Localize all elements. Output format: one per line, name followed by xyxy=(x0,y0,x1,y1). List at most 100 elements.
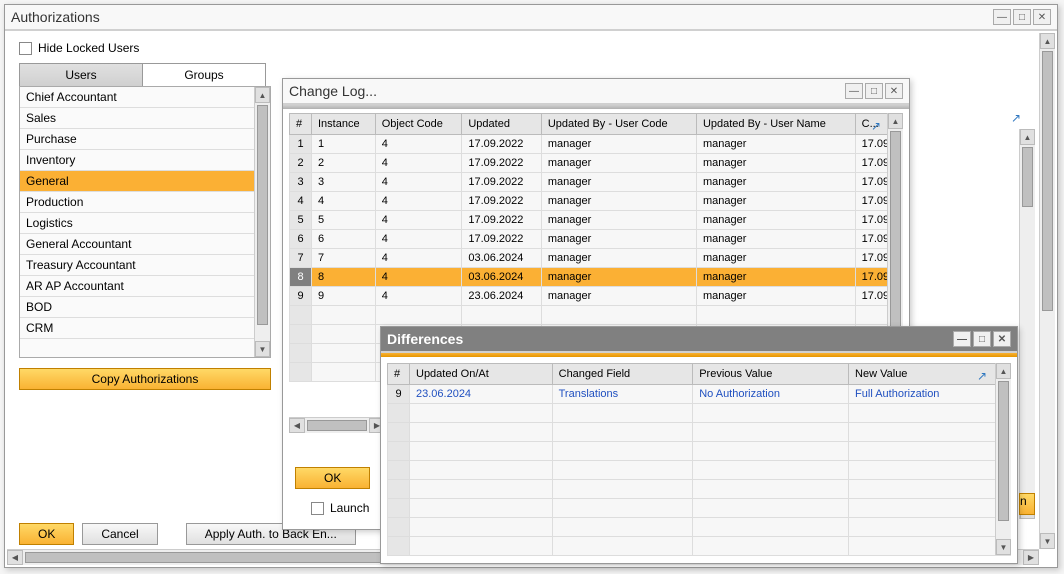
list-item[interactable]: Purchase xyxy=(20,129,270,150)
table-cell: 03.06.2024 xyxy=(462,268,541,287)
minimize-button[interactable]: — xyxy=(953,331,971,347)
column-header[interactable]: # xyxy=(290,114,312,135)
list-item[interactable]: Treasury Accountant xyxy=(20,255,270,276)
scroll-down-icon[interactable]: ▼ xyxy=(996,539,1011,555)
changelog-title: Change Log... xyxy=(289,83,377,99)
maximize-button[interactable]: □ xyxy=(973,331,991,347)
scroll-down-icon[interactable]: ▼ xyxy=(255,341,270,357)
scroll-up-icon[interactable]: ▲ xyxy=(1040,33,1055,49)
partial-button[interactable]: n xyxy=(1019,493,1035,515)
table-cell: 2 xyxy=(290,154,312,173)
column-header[interactable]: Changed Field xyxy=(552,364,693,385)
list-item[interactable]: Chief Accountant xyxy=(20,87,270,108)
maximize-button[interactable]: □ xyxy=(865,83,883,99)
scroll-up-icon[interactable]: ▲ xyxy=(1020,129,1035,145)
table-row[interactable]: 33417.09.2022managermanager17.09 xyxy=(290,173,903,192)
tab-groups[interactable]: Groups xyxy=(142,63,266,87)
list-item[interactable]: CRM xyxy=(20,318,270,339)
table-cell: manager xyxy=(541,230,696,249)
table-cell: 1 xyxy=(290,135,312,154)
right-panel-vscroll[interactable]: ▲ ▼ xyxy=(1019,129,1035,519)
close-button[interactable]: ✕ xyxy=(885,83,903,99)
list-item[interactable]: Production xyxy=(20,192,270,213)
table-cell: manager xyxy=(541,211,696,230)
ok-button[interactable]: OK xyxy=(19,523,74,545)
table-row xyxy=(388,537,1011,556)
column-header[interactable]: # xyxy=(388,364,410,385)
scroll-right-icon[interactable]: ▶ xyxy=(1023,550,1039,565)
list-item[interactable]: General Accountant xyxy=(20,234,270,255)
table-cell: 8 xyxy=(290,268,312,287)
column-header[interactable]: Previous Value xyxy=(693,364,849,385)
table-row[interactable]: 66417.09.2022managermanager17.09 xyxy=(290,230,903,249)
table-cell: 1 xyxy=(312,135,376,154)
table-cell: manager xyxy=(696,154,855,173)
table-cell: 4 xyxy=(290,192,312,211)
scroll-down-icon[interactable]: ▼ xyxy=(1040,533,1055,549)
scroll-up-icon[interactable]: ▲ xyxy=(888,113,903,129)
table-row[interactable]: 99423.06.2024managermanager17.09 xyxy=(290,287,903,306)
table-row[interactable]: 77403.06.2024managermanager17.09 xyxy=(290,249,903,268)
column-header[interactable]: Instance xyxy=(312,114,376,135)
table-cell: 4 xyxy=(375,287,462,306)
tab-users[interactable]: Users xyxy=(19,63,143,87)
column-header[interactable]: Updated On/At xyxy=(410,364,553,385)
launch-checkbox[interactable] xyxy=(311,502,324,515)
list-item[interactable]: Sales xyxy=(20,108,270,129)
scroll-up-icon[interactable]: ▲ xyxy=(255,87,270,103)
list-item[interactable]: Inventory xyxy=(20,150,270,171)
changelog-titlebar: Change Log... — □ ✕ xyxy=(283,79,909,105)
table-row xyxy=(388,423,1011,442)
table-cell: manager xyxy=(696,249,855,268)
column-header[interactable]: Object Code xyxy=(375,114,462,135)
cancel-button[interactable]: Cancel xyxy=(82,523,157,545)
list-vscroll[interactable]: ▲ ▼ xyxy=(254,87,270,357)
table-cell: 6 xyxy=(290,230,312,249)
list-item[interactable]: General xyxy=(20,171,270,192)
table-row[interactable]: 55417.09.2022managermanager17.09 xyxy=(290,211,903,230)
expand-icon[interactable]: ↗ xyxy=(977,369,991,383)
expand-icon[interactable]: ↗ xyxy=(1011,111,1025,125)
hide-locked-checkbox[interactable] xyxy=(19,42,32,55)
groups-list: Chief AccountantSalesPurchaseInventoryGe… xyxy=(19,86,271,358)
table-cell: 3 xyxy=(290,173,312,192)
close-button[interactable]: ✕ xyxy=(1033,9,1051,25)
window-title: Authorizations xyxy=(11,9,100,25)
table-cell: 17.09.2022 xyxy=(462,135,541,154)
table-cell: 4 xyxy=(375,173,462,192)
copy-authorizations-button[interactable]: Copy Authorizations xyxy=(19,368,271,390)
table-cell: manager xyxy=(696,192,855,211)
table-cell: 4 xyxy=(375,154,462,173)
table-row[interactable]: 44417.09.2022managermanager17.09 xyxy=(290,192,903,211)
table-cell: 17.09.2022 xyxy=(462,173,541,192)
table-cell: Translations xyxy=(552,385,693,404)
table-cell: 4 xyxy=(312,192,376,211)
table-row[interactable]: 923.06.2024TranslationsNo AuthorizationF… xyxy=(388,385,1011,404)
column-header[interactable]: Updated By - User Code xyxy=(541,114,696,135)
table-row[interactable]: 11417.09.2022managermanager17.09 xyxy=(290,135,903,154)
table-cell: manager xyxy=(541,135,696,154)
table-cell: 5 xyxy=(290,211,312,230)
table-row[interactable]: 22417.09.2022managermanager17.09 xyxy=(290,154,903,173)
close-button[interactable]: ✕ xyxy=(993,331,1011,347)
changelog-ok-button[interactable]: OK xyxy=(295,467,370,489)
minimize-button[interactable]: — xyxy=(845,83,863,99)
table-row xyxy=(388,480,1011,499)
table-row[interactable]: 88403.06.2024managermanager17.09 xyxy=(290,268,903,287)
scroll-up-icon[interactable]: ▲ xyxy=(996,363,1011,379)
column-header[interactable]: Updated xyxy=(462,114,541,135)
main-vscroll[interactable]: ▲ ▼ xyxy=(1039,33,1055,549)
expand-icon[interactable]: ↗ xyxy=(871,119,885,133)
list-item[interactable]: AR AP Accountant xyxy=(20,276,270,297)
scroll-left-icon[interactable]: ◀ xyxy=(289,418,305,433)
list-item[interactable]: Logistics xyxy=(20,213,270,234)
table-cell: 4 xyxy=(375,249,462,268)
table-cell: 17.09.2022 xyxy=(462,192,541,211)
list-item[interactable]: BOD xyxy=(20,297,270,318)
column-header[interactable]: Updated By - User Name xyxy=(696,114,855,135)
maximize-button[interactable]: □ xyxy=(1013,9,1031,25)
differences-titlebar: Differences — □ ✕ xyxy=(381,327,1017,353)
diff-vscroll[interactable]: ▲ ▼ xyxy=(995,363,1011,555)
minimize-button[interactable]: — xyxy=(993,9,1011,25)
table-cell: manager xyxy=(541,268,696,287)
